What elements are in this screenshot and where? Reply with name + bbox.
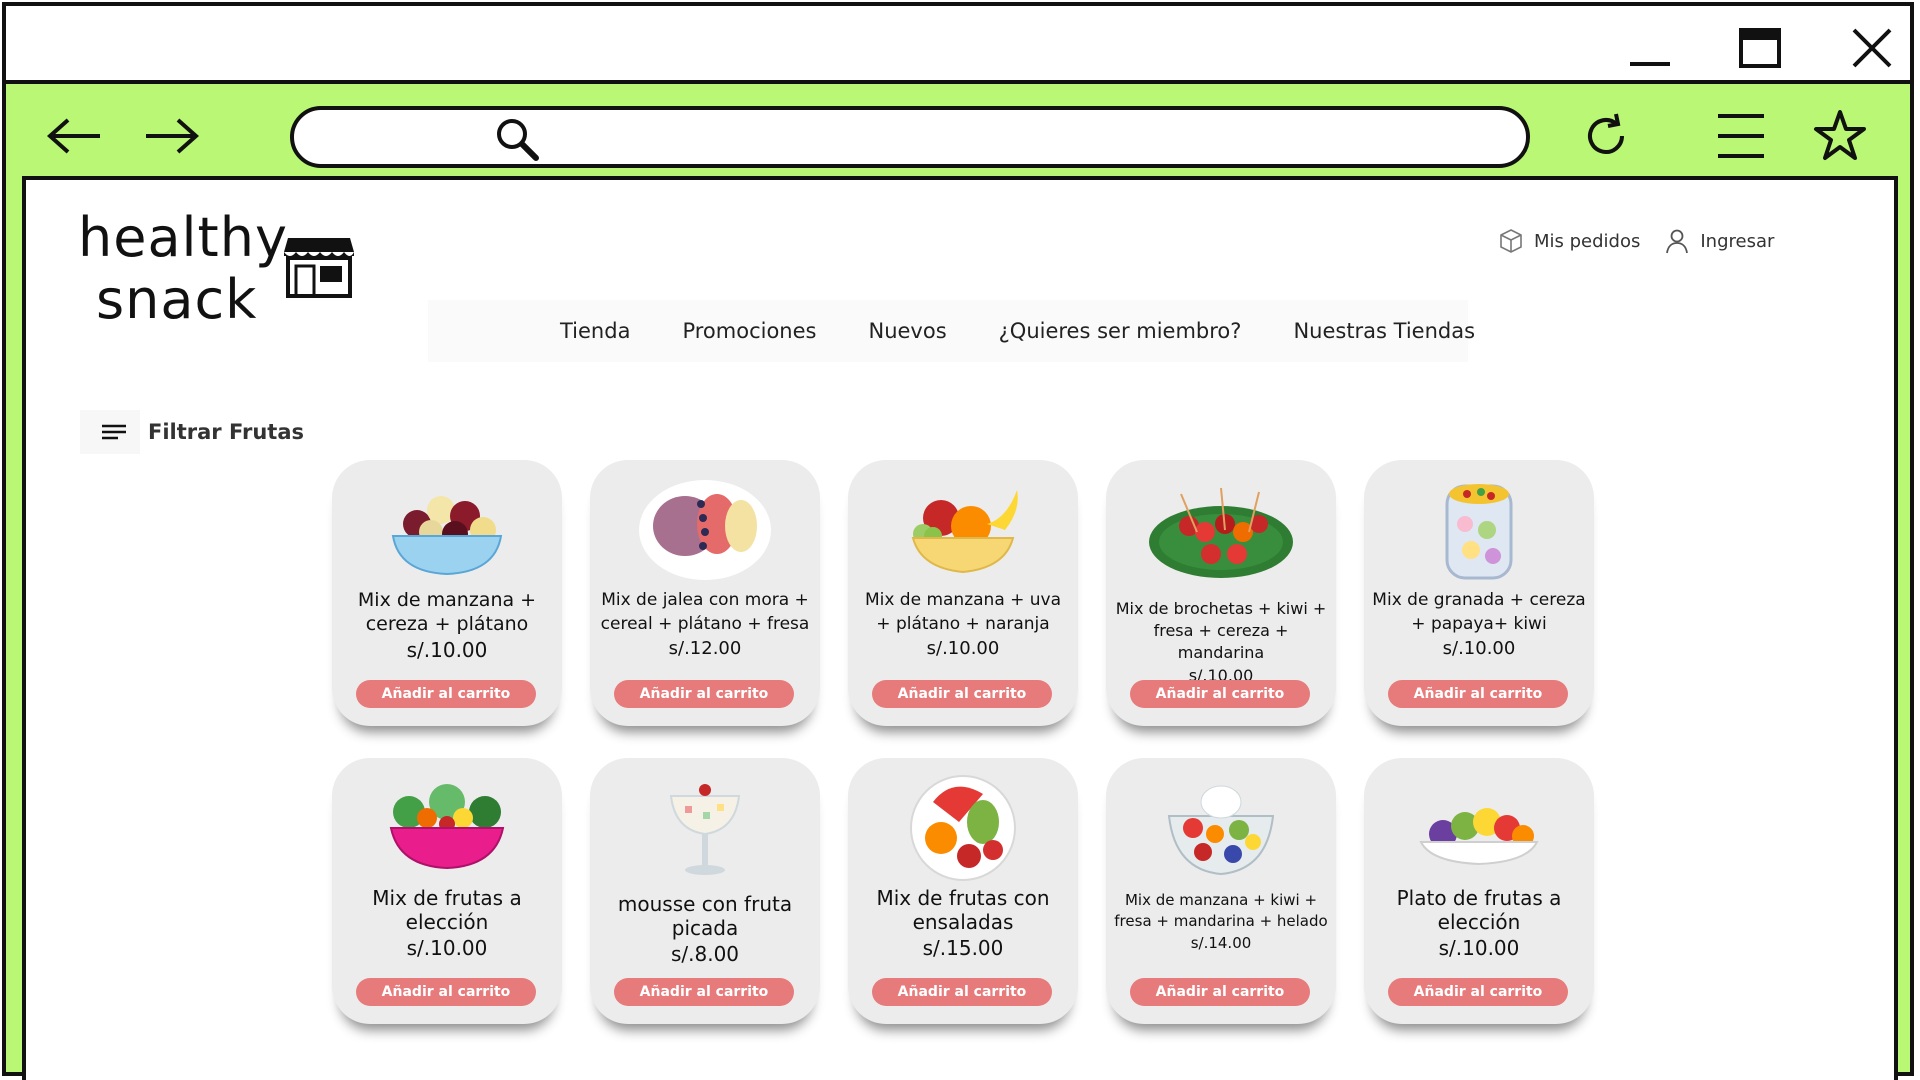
product-name: mousse con fruta picada bbox=[617, 892, 793, 940]
product-name: Mix de manzana + cereza + plátano bbox=[357, 589, 537, 635]
my-orders-label: Mis pedidos bbox=[1534, 230, 1641, 252]
main-nav: Tienda Promociones Nuevos ¿Quieres ser m… bbox=[428, 300, 1475, 362]
fruit-plate-icon bbox=[910, 775, 1016, 881]
menu-icon[interactable] bbox=[1714, 108, 1770, 164]
account-area: Mis pedidos Ingresar bbox=[1498, 216, 1818, 266]
product-price: s/.10.00 bbox=[406, 638, 488, 662]
product-name: Plato de frutas a elección bbox=[1396, 886, 1562, 934]
mousse-glass-icon bbox=[669, 784, 741, 875]
add-to-cart-button[interactable]: Añadir al carrito bbox=[614, 978, 794, 1006]
product-name: Mix de brochetas + kiwi + fresa + cereza… bbox=[1115, 599, 1327, 662]
search-icon bbox=[497, 119, 539, 161]
my-orders-link[interactable]: Mis pedidos bbox=[1498, 228, 1640, 254]
product-price: s/.10.00 bbox=[1438, 936, 1520, 960]
acai-bowl-icon bbox=[639, 480, 771, 580]
product-name: Mix de manzana + kiwi + fresa + mandarin… bbox=[1114, 891, 1328, 930]
brand-logo[interactable]: healthy snack bbox=[78, 206, 354, 336]
filter-lines-icon bbox=[80, 410, 140, 454]
add-to-cart-button[interactable]: Añadir al carrito bbox=[356, 978, 536, 1006]
package-icon bbox=[1500, 229, 1522, 253]
add-to-cart-button[interactable]: Añadir al carrito bbox=[356, 680, 536, 708]
product-price: s/.15.00 bbox=[922, 936, 1004, 960]
product-price: s/.14.00 bbox=[1190, 934, 1252, 952]
add-to-cart-button[interactable]: Añadir al carrito bbox=[614, 680, 794, 708]
product-card[interactable]: mousse con fruta picada s/.8.00 Añadir a… bbox=[590, 758, 820, 1024]
product-price: s/.10.00 bbox=[1442, 638, 1516, 659]
user-icon bbox=[1666, 229, 1689, 254]
product-price: s/.10.00 bbox=[926, 638, 1000, 659]
back-arrow-icon[interactable] bbox=[44, 116, 104, 156]
star-bookmark-icon[interactable] bbox=[1812, 108, 1868, 164]
product-name: Mix de manzana + uva + plátano + naranja bbox=[864, 590, 1062, 634]
add-to-cart-button[interactable]: Añadir al carrito bbox=[872, 680, 1052, 708]
product-card[interactable]: Mix de manzana + uva + plátano + naranja… bbox=[848, 460, 1078, 726]
web-page: healthy snack Mis pedidos Ingresar Tiend… bbox=[22, 176, 1898, 1080]
fruit-bowl-blue-icon bbox=[391, 496, 503, 576]
add-to-cart-button[interactable]: Añadir al carrito bbox=[1388, 680, 1568, 708]
fruit-dish-icon bbox=[1419, 808, 1539, 866]
address-bar[interactable] bbox=[290, 106, 1530, 168]
minimize-icon[interactable] bbox=[1624, 24, 1674, 72]
title-bar bbox=[6, 6, 1910, 84]
product-price: s/.8.00 bbox=[670, 942, 740, 966]
tab-membership[interactable]: ¿Quieres ser miembro? bbox=[973, 319, 1268, 343]
tab-nuevos[interactable]: Nuevos bbox=[842, 319, 972, 343]
login-label: Ingresar bbox=[1700, 230, 1775, 252]
product-card[interactable]: Mix de manzana + kiwi + fresa + mandarin… bbox=[1106, 758, 1336, 1024]
product-name: Mix de jalea con mora + cereal + plátano… bbox=[600, 590, 810, 634]
product-card[interactable]: Mix de jalea con mora + cereal + plátano… bbox=[590, 460, 820, 726]
product-name: Mix de granada + cereza + papaya+ kiwi bbox=[1372, 590, 1586, 634]
fruit-icecream-bowl-icon bbox=[1167, 785, 1275, 876]
reload-icon[interactable] bbox=[1578, 108, 1634, 164]
filter-fruits[interactable]: Filtrar Frutas bbox=[80, 406, 304, 458]
brand-name-line1: healthy bbox=[78, 206, 288, 269]
product-card[interactable]: Mix de frutas con ensaladas s/.15.00 Aña… bbox=[848, 758, 1078, 1024]
product-price: s/.12.00 bbox=[668, 638, 742, 659]
product-name: Mix de frutas con ensaladas bbox=[876, 886, 1050, 934]
add-to-cart-button[interactable]: Añadir al carrito bbox=[872, 978, 1052, 1006]
fruit-skewers-icon bbox=[1149, 487, 1293, 578]
login-link[interactable]: Ingresar bbox=[1664, 228, 1774, 254]
product-card[interactable]: Mix de manzana + cereza + plátano s/.10.… bbox=[332, 460, 562, 726]
add-to-cart-button[interactable]: Añadir al carrito bbox=[1130, 680, 1310, 708]
product-card[interactable]: Mix de granada + cereza + papaya+ kiwi s… bbox=[1364, 460, 1594, 726]
fruit-basket-icon bbox=[911, 490, 1018, 574]
product-card[interactable]: Mix de brochetas + kiwi + fresa + cereza… bbox=[1106, 460, 1336, 726]
tab-our-stores[interactable]: Nuestras Tiendas bbox=[1267, 319, 1501, 343]
salad-bowl-pink-icon bbox=[389, 784, 505, 870]
browser-toolbar bbox=[6, 84, 1910, 184]
brand-name-line2: snack bbox=[96, 268, 258, 331]
storefront-icon bbox=[284, 238, 354, 298]
forward-arrow-icon[interactable] bbox=[142, 116, 202, 156]
filter-label: Filtrar Frutas bbox=[148, 420, 304, 444]
product-name: Mix de frutas a elección bbox=[372, 886, 522, 934]
fruit-cup-icon bbox=[1445, 484, 1513, 580]
product-price: s/.10.00 bbox=[406, 936, 488, 960]
add-to-cart-button[interactable]: Añadir al carrito bbox=[1388, 978, 1568, 1006]
add-to-cart-button[interactable]: Añadir al carrito bbox=[1130, 978, 1310, 1006]
product-card[interactable]: Plato de frutas a elección s/.10.00 Añad… bbox=[1364, 758, 1594, 1024]
tab-tienda[interactable]: Tienda bbox=[534, 319, 656, 343]
close-icon[interactable] bbox=[1846, 24, 1896, 72]
product-card[interactable]: Mix de frutas a elección s/.10.00 Añadir… bbox=[332, 758, 562, 1024]
maximize-icon[interactable] bbox=[1736, 24, 1786, 72]
product-grid: Mix de manzana + cereza + plátano s/.10.… bbox=[332, 460, 1632, 1024]
tab-promociones[interactable]: Promociones bbox=[656, 319, 842, 343]
